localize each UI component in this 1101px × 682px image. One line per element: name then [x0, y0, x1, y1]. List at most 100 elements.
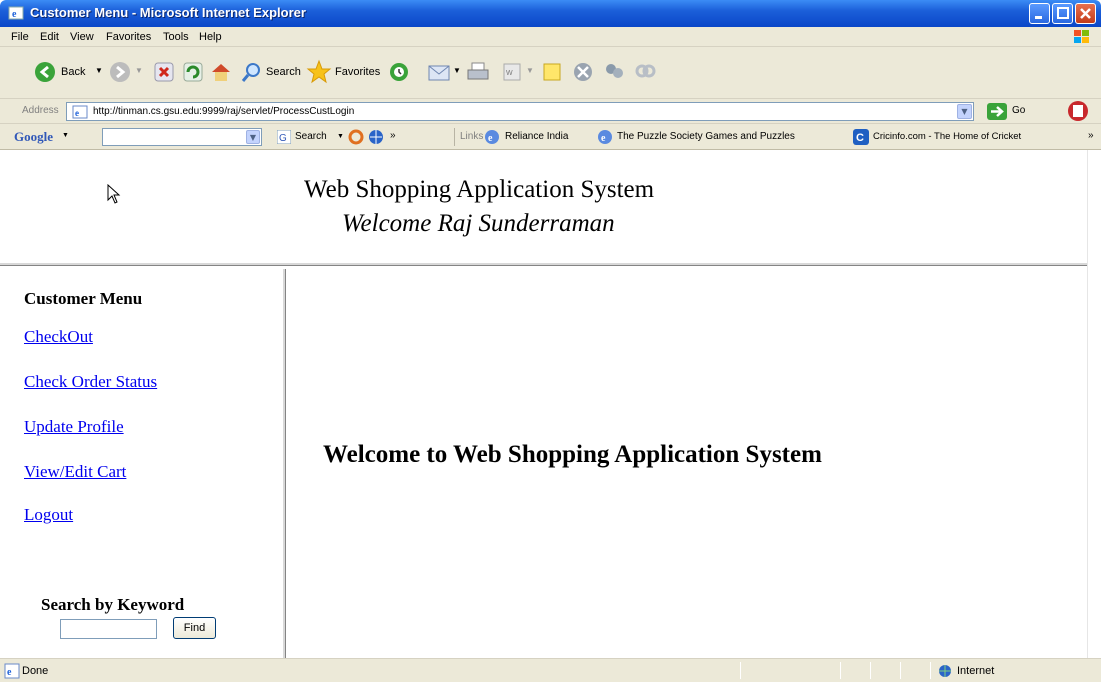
search-label[interactable]: Search [266, 66, 301, 78]
menu-bar: File Edit View Favorites Tools Help [0, 27, 1101, 47]
page-content: Web Shopping Application System Welcome … [0, 150, 1101, 658]
status-divider [740, 662, 741, 679]
pagerank-icon[interactable] [348, 129, 364, 145]
google-menu-dropdown-icon[interactable]: ▼ [62, 132, 69, 139]
svg-text:e: e [75, 108, 79, 118]
page-title: Web Shopping Application System [304, 176, 655, 203]
page-done-icon: e [4, 663, 20, 679]
svg-text:e: e [488, 133, 493, 144]
menu-view[interactable]: View [70, 31, 94, 43]
favorites-label[interactable]: Favorites [335, 66, 380, 78]
svg-text:C: C [856, 132, 864, 144]
forward-dropdown-icon[interactable]: ▼ [135, 66, 143, 75]
blocker-button[interactable] [572, 61, 594, 86]
google-search-icon[interactable]: G [277, 130, 291, 144]
edit-page-icon: W [503, 63, 521, 81]
menu-file[interactable]: File [11, 31, 29, 43]
notes-button[interactable] [541, 61, 563, 86]
print-button[interactable] [466, 61, 490, 86]
toolbar-divider [454, 128, 455, 146]
search-icon [241, 63, 260, 82]
standard-toolbar: Back ▼ ▼ Search Favorites ▼ W ▼ [0, 47, 1101, 99]
address-bar: Address e http://tinman.cs.gsu.edu:9999/… [0, 99, 1101, 124]
messenger-button[interactable] [603, 61, 625, 86]
edit-button[interactable]: W [501, 61, 523, 86]
check-order-status-link[interactable]: Check Order Status [24, 372, 157, 392]
links-more-chevron[interactable]: » [1088, 130, 1094, 141]
messenger-icon [606, 64, 623, 78]
forward-button[interactable] [109, 61, 131, 86]
google-search-button[interactable]: Search [295, 131, 327, 142]
header-frame: Web Shopping Application System Welcome … [0, 150, 1101, 266]
status-bar: e Done Internet [0, 658, 1101, 682]
welcome-user: Welcome Raj Sunderraman [342, 210, 615, 237]
link-puzzle-society[interactable]: The Puzzle Society Games and Puzzles [617, 131, 795, 142]
research-icon [635, 64, 656, 78]
edit-dropdown-icon[interactable]: ▼ [526, 66, 534, 75]
maximize-button[interactable] [1052, 3, 1073, 24]
stop-button[interactable] [154, 62, 174, 85]
view-edit-cart-link[interactable]: View/Edit Cart [24, 462, 126, 482]
search-button[interactable] [241, 61, 263, 86]
home-icon [212, 64, 230, 81]
back-label[interactable]: Back [61, 66, 85, 78]
home-button[interactable] [210, 61, 232, 86]
close-icon [1080, 8, 1091, 19]
menu-edit[interactable]: Edit [40, 31, 59, 43]
acrobat-icon[interactable] [1067, 100, 1089, 122]
menu-favorites[interactable]: Favorites [106, 31, 151, 43]
find-button[interactable]: Find [173, 617, 216, 639]
favorites-button[interactable] [306, 59, 332, 88]
ie-window-icon: e [8, 6, 24, 20]
update-profile-link[interactable]: Update Profile [24, 417, 124, 437]
ie-link-icon: e [598, 130, 612, 144]
minimize-icon [1035, 16, 1042, 19]
stop-icon [154, 62, 174, 82]
history-button[interactable] [388, 61, 410, 86]
customer-menu-title: Customer Menu [24, 289, 143, 308]
refresh-button[interactable] [183, 62, 203, 85]
mail-dropdown-icon[interactable]: ▼ [453, 66, 461, 75]
cricinfo-icon: C [853, 129, 869, 145]
status-divider [840, 662, 841, 679]
vertical-scrollbar[interactable] [1087, 150, 1101, 658]
close-button[interactable] [1075, 3, 1096, 24]
logout-link[interactable]: Logout [24, 505, 73, 525]
link-cricinfo[interactable]: Cricinfo.com - The Home of Cricket [873, 131, 1021, 142]
print-icon [467, 62, 489, 80]
checkout-link[interactable]: CheckOut [24, 327, 93, 347]
google-search-dropdown-arrow-icon[interactable]: ▼ [337, 133, 344, 140]
menu-help[interactable]: Help [199, 31, 222, 43]
research-button[interactable] [634, 61, 656, 86]
address-input[interactable]: e http://tinman.cs.gsu.edu:9999/raj/serv… [66, 102, 974, 121]
refresh-icon [183, 62, 203, 82]
svg-text:e: e [601, 133, 606, 144]
google-more-chevron[interactable]: » [390, 130, 396, 141]
google-search-dropdown-icon[interactable]: ▼ [246, 130, 260, 144]
ie-link-icon: e [485, 130, 499, 144]
news-globe-icon[interactable] [368, 129, 384, 145]
menu-tools[interactable]: Tools [163, 31, 189, 43]
mail-button[interactable] [427, 61, 451, 86]
svg-text:e: e [12, 9, 17, 20]
internet-globe-icon [939, 665, 951, 677]
google-search-input[interactable]: ▼ [102, 128, 262, 146]
minimize-button[interactable] [1029, 3, 1050, 24]
page-icon: e [72, 105, 88, 119]
blocked-icon [574, 63, 592, 81]
back-button[interactable] [34, 61, 56, 86]
go-arrow-icon[interactable] [987, 103, 1007, 120]
address-url: http://tinman.cs.gsu.edu:9999/raj/servle… [93, 106, 355, 117]
address-dropdown-icon[interactable]: ▼ [957, 104, 972, 119]
link-reliance-india[interactable]: Reliance India [505, 131, 568, 142]
history-icon [390, 63, 408, 81]
go-button[interactable]: Go [1012, 105, 1025, 116]
google-logo[interactable]: Google [14, 129, 53, 145]
maximize-icon [1057, 7, 1069, 19]
mail-icon [428, 65, 450, 81]
back-dropdown-icon[interactable]: ▼ [95, 66, 103, 75]
keyword-search-input[interactable] [60, 619, 157, 639]
sticky-note-icon [543, 63, 561, 81]
svg-text:e: e [7, 667, 12, 678]
title-bar: e Customer Menu - Microsoft Internet Exp… [0, 0, 1101, 27]
